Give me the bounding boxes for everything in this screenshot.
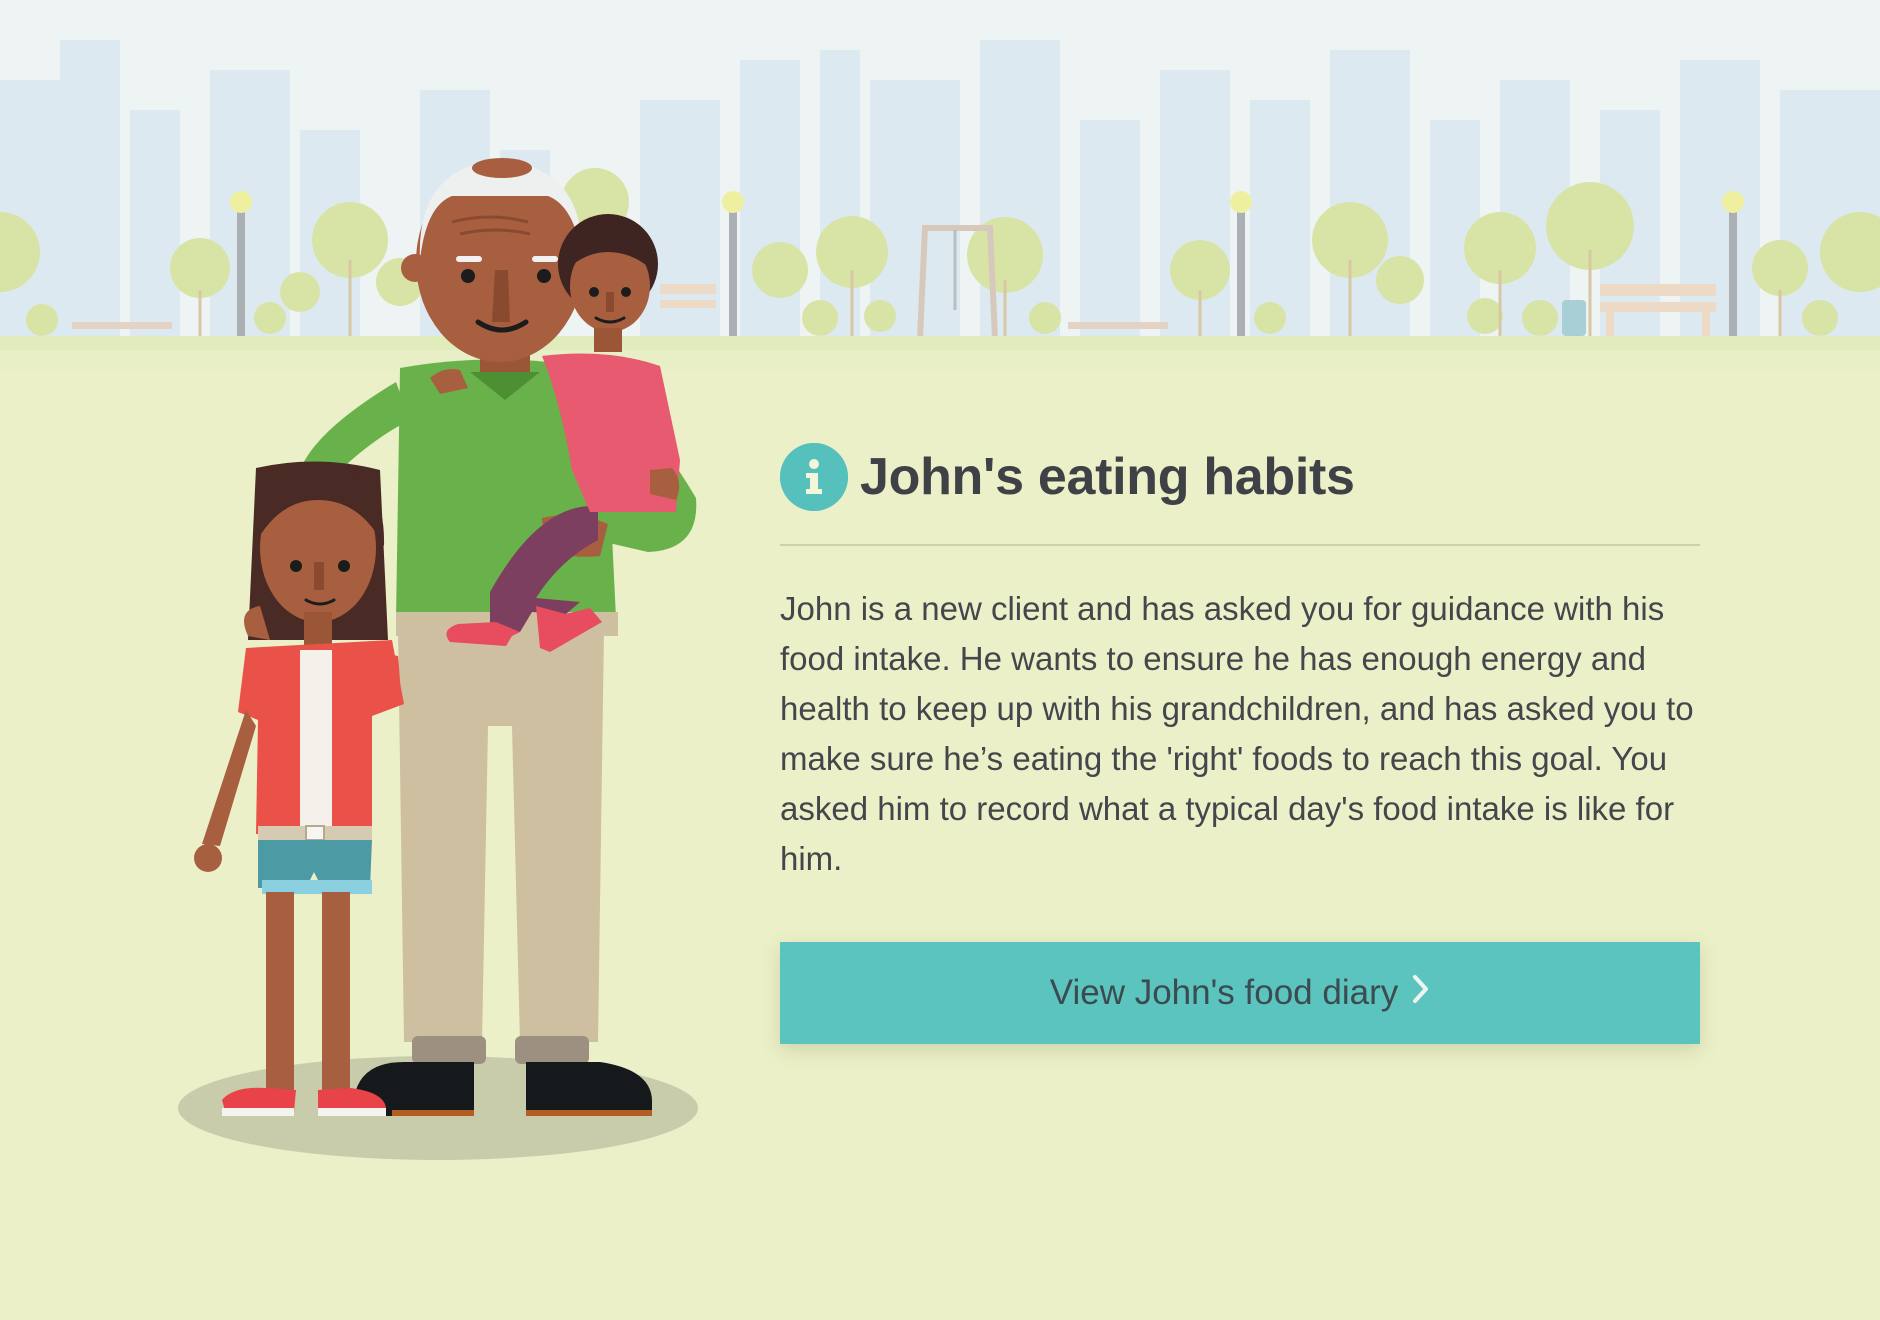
info-panel: John's eating habits John is a new clien… — [780, 432, 1700, 1044]
divider — [780, 544, 1700, 546]
info-icon — [780, 443, 848, 511]
heading-row: John's eating habits — [780, 432, 1700, 522]
view-food-diary-label: View John's food diary — [1049, 973, 1399, 1012]
view-food-diary-button[interactable]: View John's food diary — [780, 942, 1700, 1044]
chevron-right-icon — [1412, 973, 1430, 1013]
standing-granddaughter — [194, 461, 404, 1116]
page-title: John's eating habits — [860, 448, 1355, 506]
client-description: John is a new client and has asked you f… — [780, 590, 1694, 877]
